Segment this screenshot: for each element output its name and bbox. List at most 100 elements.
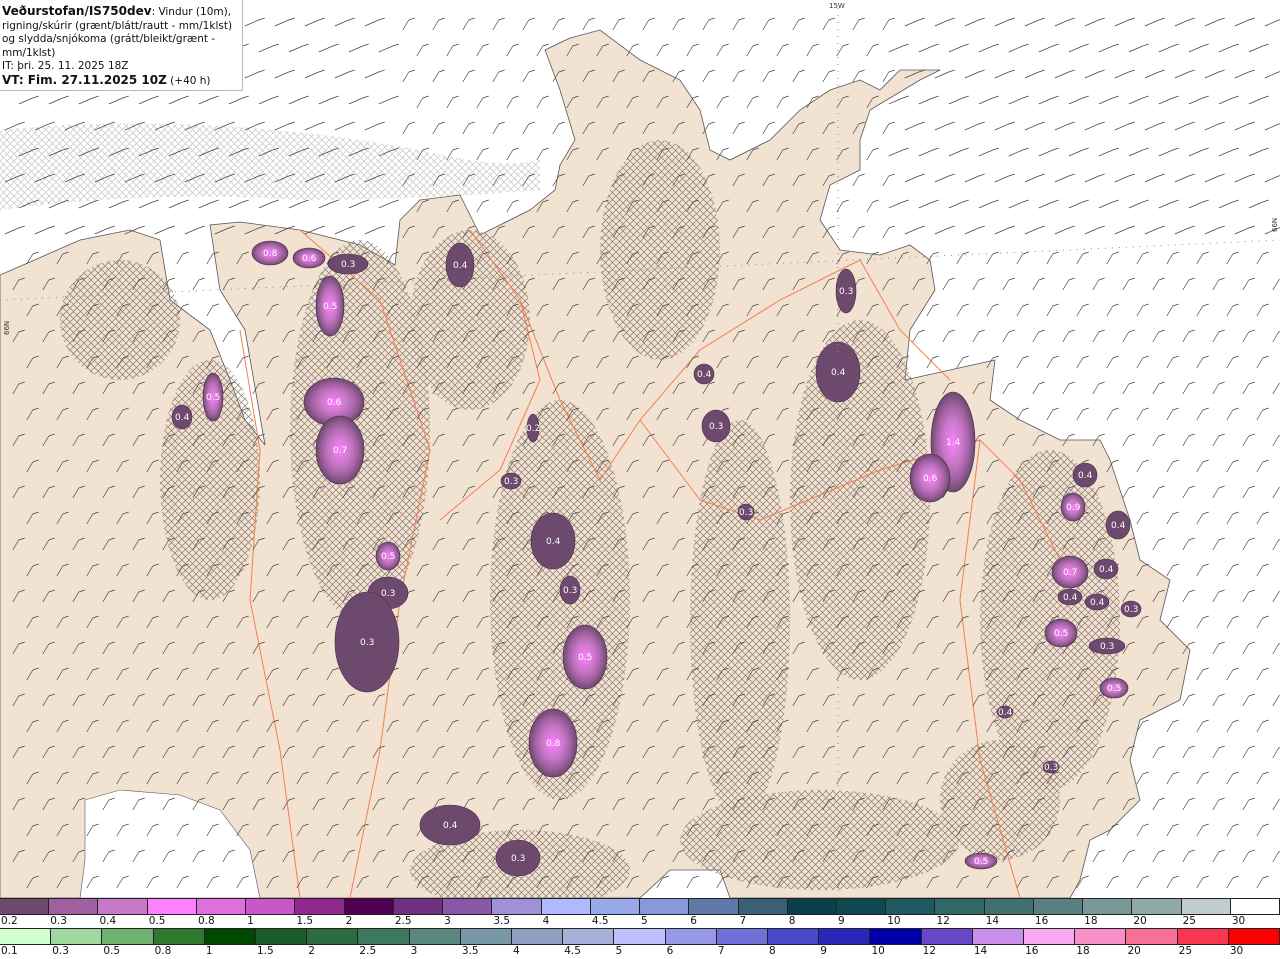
precip-value-label: 0.3 xyxy=(1044,763,1058,773)
legend-swatch xyxy=(1181,899,1231,914)
legend-label: 2 xyxy=(345,915,353,927)
legend-label: 0.3 xyxy=(50,915,67,927)
precip-value-label: 1.4 xyxy=(946,438,961,448)
snow-legend: 0.2 0.3 0.4 0.5 0.8 1 1.5 2 2.5 3 3.5 4 4.5 5 6 7 8 9 10 12… xyxy=(0,898,1280,928)
legend-swatch xyxy=(393,899,444,914)
precip-value-label: 0.7 xyxy=(1063,568,1077,578)
legend-label: 25 xyxy=(1178,945,1193,957)
legend-label: 7 xyxy=(717,945,725,957)
legend-swatch xyxy=(665,929,717,944)
legend-swatch xyxy=(768,929,820,944)
legend-label: 8 xyxy=(788,915,796,927)
legend-label: 2.5 xyxy=(394,915,412,927)
legend-swatch xyxy=(409,929,461,944)
longitude-label: 15W xyxy=(829,2,845,10)
precip-value-label: 0.5 xyxy=(323,302,337,312)
precip-value-label: 0.4 xyxy=(1111,521,1126,531)
legend-swatch xyxy=(935,899,985,914)
precip-value-label: 0.3 xyxy=(709,422,723,432)
source-title: Veðurstofan/IS750dev xyxy=(2,4,152,18)
legend-label: 0.8 xyxy=(154,945,172,957)
legend-swatch xyxy=(614,929,666,944)
legend-swatch xyxy=(147,899,197,914)
legend-swatch xyxy=(51,929,103,944)
legend-label: 30 xyxy=(1229,945,1244,957)
legend-label: 16 xyxy=(1034,915,1049,927)
precip-value-label: 0.3 xyxy=(1100,642,1114,652)
legend-swatch xyxy=(1033,899,1084,914)
precip-value-label: 0.4 xyxy=(546,537,561,547)
legend-label: 10 xyxy=(887,915,901,927)
legend-label: 0.3 xyxy=(52,945,69,957)
legend-label: 0.8 xyxy=(197,915,215,927)
legend-swatch xyxy=(590,899,641,914)
legend-swatch xyxy=(0,929,52,944)
legend-swatch xyxy=(787,899,837,914)
legend-label: 9 xyxy=(820,945,827,957)
legend-swatch xyxy=(1228,929,1280,944)
legend-swatch xyxy=(204,929,257,944)
precip-value-label: 0.6 xyxy=(302,254,317,264)
legend-swatch xyxy=(689,899,739,914)
legend-swatch xyxy=(0,899,50,914)
precip-value-label: 0.8 xyxy=(263,249,278,259)
precip-value-label: 0.3 xyxy=(360,638,374,648)
legend-swatch xyxy=(921,929,973,944)
legend-label: 16 xyxy=(1025,945,1039,957)
legend-swatch xyxy=(98,899,148,914)
legend-swatch xyxy=(1132,899,1182,914)
legend-swatch xyxy=(102,929,154,944)
precip-value-label: 0.8 xyxy=(546,739,561,749)
legend-label: 1.5 xyxy=(296,915,314,927)
legend-swatch xyxy=(836,899,887,914)
legend-label: 5 xyxy=(615,945,623,957)
precip-value-label: 0.2 xyxy=(526,424,540,434)
precip-value-label: 0.3 xyxy=(341,260,355,270)
legend-swatch xyxy=(443,899,493,914)
legend-label: 4.5 xyxy=(564,945,581,957)
legend-swatch xyxy=(344,899,394,914)
legend-swatch xyxy=(153,929,205,944)
precip-value-label: 0.4 xyxy=(1099,565,1114,575)
legend-swatch xyxy=(492,899,542,914)
precip-value-label: 0.3 xyxy=(381,589,395,599)
legend-label: 5 xyxy=(641,915,648,927)
legend-label: 3.5 xyxy=(461,945,479,957)
precip-value-label: 0.5 xyxy=(206,393,220,403)
legend-swatch xyxy=(984,899,1034,914)
legend-label: 6 xyxy=(666,945,674,957)
legend-label: 14 xyxy=(985,915,1000,927)
legend-swatch xyxy=(640,899,690,914)
precip-value-label: 0.3 xyxy=(511,854,525,864)
legend-label: 20 xyxy=(1133,915,1147,927)
legend-swatch xyxy=(295,899,345,914)
precip-value-label: 0.4 xyxy=(1078,471,1093,481)
legend-label: 4.5 xyxy=(591,915,609,927)
legend-label: 2 xyxy=(308,945,315,957)
rain-legend: 0.1 0.3 0.5 0.8 1 1.5 2 2.5 3 3.5 4 4.5 5 6 7 8 9 10 12 14 1… xyxy=(0,928,1280,958)
legend-label: 3 xyxy=(410,945,418,957)
precip-value-label: 0.5 xyxy=(1054,629,1068,639)
precip-value-label: 0.5 xyxy=(381,552,395,562)
latitude-label-right: 66N xyxy=(1271,218,1279,232)
legend-swatch xyxy=(49,899,99,914)
legend-label: 7 xyxy=(739,915,747,927)
lead-time: (+40 h) xyxy=(166,74,211,87)
legend-label: 20 xyxy=(1127,945,1141,957)
legend-swatch xyxy=(716,929,769,944)
legend-swatch xyxy=(1075,929,1127,944)
precip-value-label: 0.4 xyxy=(998,708,1013,718)
latitude-label-left: 66N xyxy=(3,321,11,335)
legend-label: 0.2 xyxy=(1,915,18,927)
precip-value-label: 0.4 xyxy=(175,413,190,423)
legend-label: 3 xyxy=(444,915,451,927)
legend-swatch xyxy=(1083,899,1133,914)
legend-label: 1.5 xyxy=(257,945,274,957)
legend-swatch xyxy=(972,929,1025,944)
legend-label: 0.5 xyxy=(148,915,166,927)
legend-label: 1 xyxy=(247,915,254,927)
legend-swatch xyxy=(563,929,615,944)
precip-value-label: 0.3 xyxy=(504,477,518,487)
legend-label: 4 xyxy=(513,945,520,957)
precip-value-label: 0.6 xyxy=(923,474,938,484)
